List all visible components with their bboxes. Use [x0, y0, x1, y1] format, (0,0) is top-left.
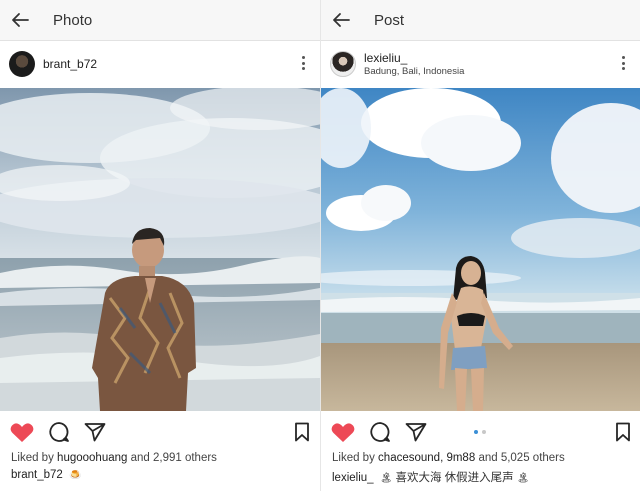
more-dot-icon [301, 56, 305, 59]
location-link[interactable]: Badung, Bali, Indonesia [364, 66, 464, 77]
comment-button[interactable] [367, 420, 393, 444]
more-dot-icon [621, 56, 625, 59]
page-title: Photo [53, 11, 93, 29]
likes-summary: Liked by chacesound, 9m88 and 5,025 othe… [332, 452, 565, 464]
caption-emoji: 🏝 [516, 473, 530, 484]
photo-screen: Photo brant_b72 Liked by hugooohuang and… [0, 0, 320, 491]
comment-button[interactable] [46, 420, 72, 444]
caption-emoji: 🍮 [69, 470, 82, 481]
liked-by-user-link[interactable]: hugooohuang [57, 452, 127, 464]
likes-count-link[interactable]: and 5,025 others [478, 452, 564, 464]
action-bar [321, 416, 640, 448]
avatar[interactable] [9, 51, 35, 77]
post-caption: lexieliu_ 🏝 喜欢大海 休假进入尾声 🏝 [332, 469, 529, 485]
like-button[interactable] [9, 420, 35, 444]
more-options-button[interactable] [300, 54, 306, 72]
carousel-dot-active [474, 430, 478, 434]
top-bar: Photo [0, 0, 320, 41]
more-dot-icon [621, 67, 625, 70]
likes-count-link[interactable]: and 2,991 others [131, 452, 217, 464]
likes-prefix: Liked by [11, 452, 54, 464]
likes-summary: Liked by hugooohuang and 2,991 others [11, 452, 217, 464]
caption-username-link[interactable]: lexieliu_ [332, 472, 374, 484]
caption-text: 喜欢大海 休假进入尾声 [395, 472, 514, 484]
more-options-button[interactable] [620, 54, 626, 72]
send-icon [405, 423, 427, 442]
page-title: Post [374, 11, 405, 29]
save-button[interactable] [610, 420, 636, 444]
carousel-indicator [474, 430, 486, 434]
more-dot-icon [621, 61, 625, 65]
comment-icon [370, 422, 390, 442]
more-dot-icon [301, 61, 305, 65]
comment-icon [49, 422, 69, 442]
send-icon [84, 423, 106, 442]
back-arrow-icon [12, 13, 29, 27]
post-header: brant_b72 [0, 41, 320, 87]
top-bar: Post [321, 0, 640, 41]
post-photo[interactable] [321, 88, 640, 411]
bookmark-icon [295, 422, 309, 442]
share-button[interactable] [403, 420, 429, 444]
carousel-dot [482, 430, 486, 434]
caption-username-link[interactable]: brant_b72 [11, 469, 63, 481]
action-bar [0, 416, 320, 448]
like-button[interactable] [330, 420, 356, 444]
bookmark-icon [616, 422, 630, 442]
avatar[interactable] [330, 51, 356, 77]
liked-by-user-link[interactable]: chacesound, 9m88 [378, 452, 475, 464]
post-photo[interactable] [0, 88, 320, 411]
likes-prefix: Liked by [332, 452, 375, 464]
share-button[interactable] [82, 420, 108, 444]
heart-icon [331, 422, 355, 442]
back-button[interactable] [321, 0, 361, 41]
more-dot-icon [301, 67, 305, 70]
back-button[interactable] [0, 0, 40, 41]
username-link[interactable]: brant_b72 [43, 57, 97, 71]
save-button[interactable] [289, 420, 315, 444]
post-header: lexieliu_ Badung, Bali, Indonesia [321, 41, 640, 87]
post-screen: Post lexieliu_ Badung, Bali, Indonesia L… [321, 0, 640, 491]
username-link[interactable]: lexieliu_ [364, 51, 464, 65]
back-arrow-icon [333, 13, 350, 27]
caption-emoji: 🏝 [379, 473, 393, 484]
heart-icon [10, 422, 34, 442]
post-caption: brant_b72 🍮 [11, 469, 81, 481]
